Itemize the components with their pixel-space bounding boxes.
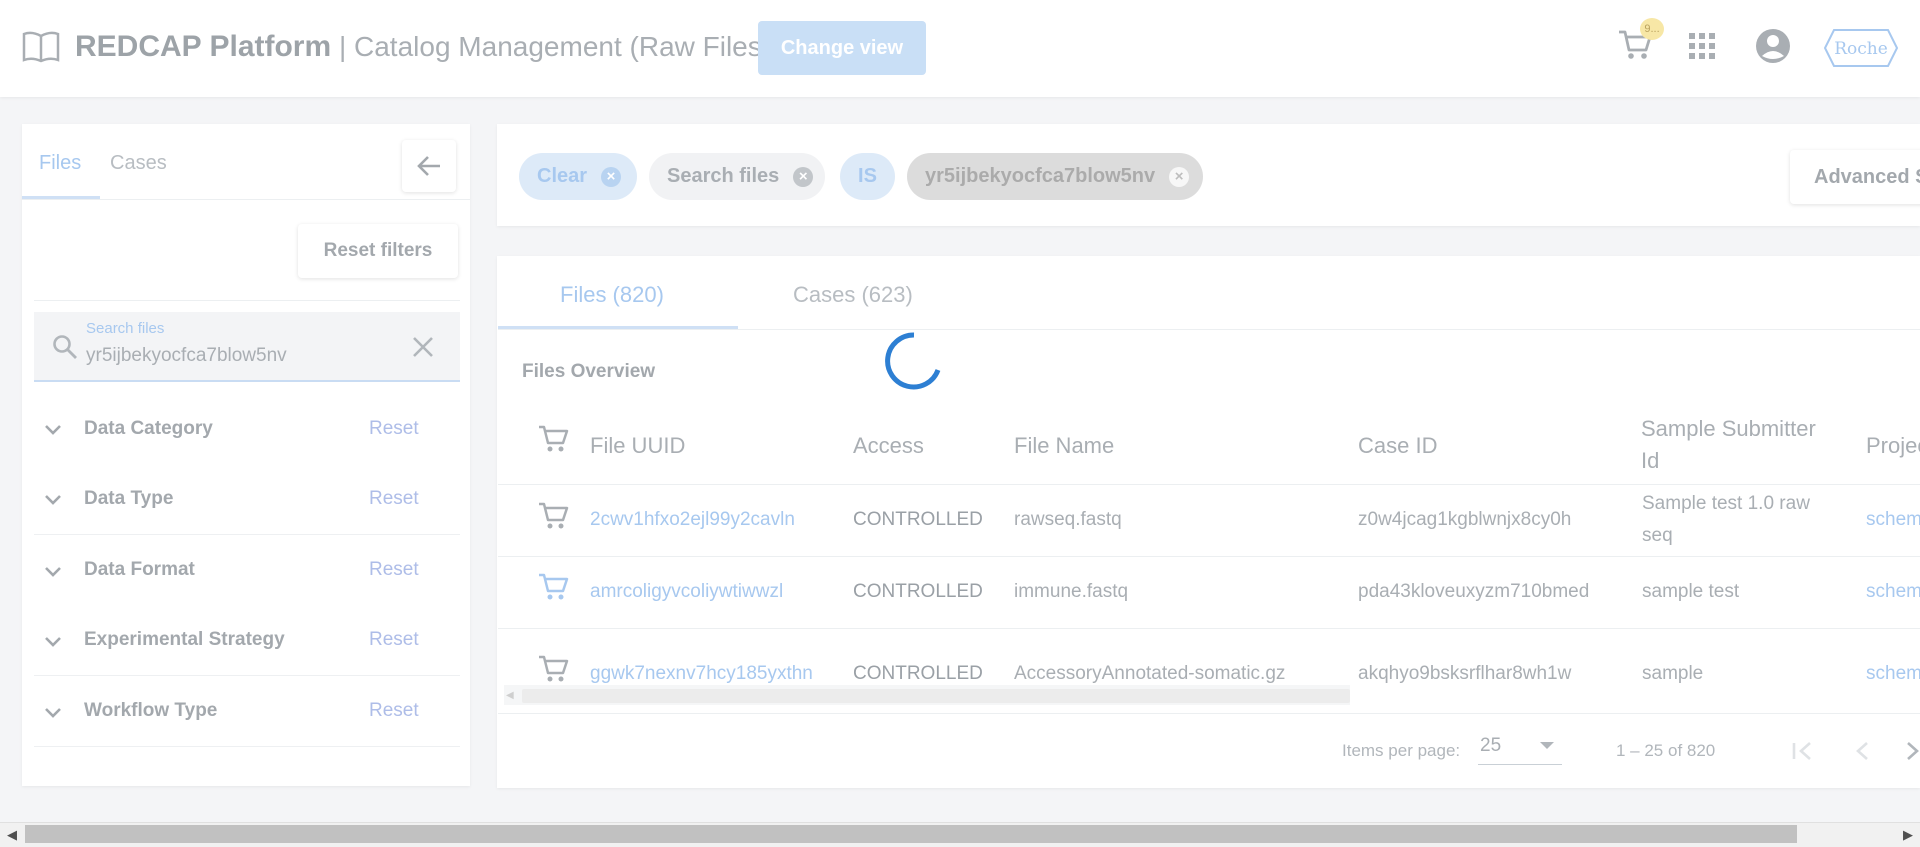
sample-submitter-cell: Sample test 1.0 raw xyxy=(1642,493,1810,514)
items-per-page-value: 25 xyxy=(1480,735,1502,756)
case-id-cell: z0w4jcag1kgblwnjx8cy0h xyxy=(1358,509,1572,530)
title-separator: | xyxy=(331,31,355,62)
next-page-icon[interactable] xyxy=(1902,734,1920,768)
tab-files-results[interactable]: Files (820) xyxy=(560,282,664,308)
facet-reset-link[interactable]: Reset xyxy=(369,488,419,510)
change-view-button[interactable]: Change view xyxy=(758,21,926,75)
facet-title: Data Category xyxy=(84,418,213,439)
sample-submitter-cell: seq xyxy=(1642,525,1673,546)
roche-logo: Roche xyxy=(1824,29,1898,67)
case-id-cell: akqhyo9bsksrflhar8wh1w xyxy=(1358,663,1572,684)
apps-grid-icon[interactable] xyxy=(1688,32,1716,60)
file-uuid-link[interactable]: amrcoligyvcoliywtiwwzl xyxy=(590,581,783,603)
add-to-cart-icon[interactable] xyxy=(537,501,569,531)
items-per-page-label: Items per page: xyxy=(1342,741,1461,760)
access-cell: CONTROLLED xyxy=(853,509,983,530)
cart-header-icon xyxy=(539,425,569,452)
operator-chip[interactable]: IS xyxy=(840,153,895,200)
chevron-down-icon xyxy=(45,425,61,435)
facet-title: Experimental Strategy xyxy=(84,629,285,650)
arrow-left-icon xyxy=(417,156,440,176)
clear-search-icon[interactable] xyxy=(410,334,436,360)
project-link[interactable]: schema xyxy=(1866,581,1920,603)
collapse-panel-button[interactable] xyxy=(402,140,456,192)
file-name-cell: rawseq.fastq xyxy=(1014,509,1122,530)
field-chip[interactable]: Search files × xyxy=(649,153,825,200)
facet-title: Workflow Type xyxy=(84,700,218,721)
value-chip[interactable]: yr5ijbekyocfca7blow5nv × xyxy=(907,153,1203,200)
page-title: REDCAP Platform | Catalog Management (Ra… xyxy=(75,30,771,64)
column-header-project[interactable]: Project xyxy=(1866,433,1920,459)
add-to-cart-icon[interactable] xyxy=(537,654,569,684)
first-page-icon[interactable] xyxy=(1786,734,1820,768)
value-chip-label: yr5ijbekyocfca7blow5nv xyxy=(925,165,1156,187)
divider xyxy=(498,556,1920,557)
remove-chip-icon[interactable]: × xyxy=(1169,166,1190,187)
search-files-label: Search files xyxy=(86,320,165,337)
file-name-cell: AccessoryAnnotated-somatic.gz xyxy=(1014,663,1286,684)
search-files-input[interactable]: yr5ijbekyocfca7blow5nv xyxy=(86,345,287,367)
file-uuid-link[interactable]: 2cwv1hfxo2ejl99y2cavln xyxy=(590,509,795,531)
file-uuid-link[interactable]: ggwk7nexnv7hcy185yxthn xyxy=(590,663,813,685)
chevron-down-icon xyxy=(45,637,61,647)
column-header-file-uuid[interactable]: File UUID xyxy=(590,433,685,459)
clear-chip[interactable]: Clear × xyxy=(519,153,637,200)
column-header-case-id[interactable]: Case ID xyxy=(1358,433,1437,459)
remove-chip-icon[interactable]: × xyxy=(793,166,814,187)
svg-text:Roche: Roche xyxy=(1834,39,1888,59)
field-chip-label: Search files xyxy=(667,165,780,187)
cart-count-badge: 9... xyxy=(1640,18,1664,40)
facet-reset-link[interactable]: Reset xyxy=(369,700,419,722)
clear-chip-label: Clear xyxy=(537,165,588,187)
facet-reset-link[interactable]: Reset xyxy=(369,629,419,651)
column-header-sample-submitter-id[interactable]: Sample Submitter Id xyxy=(1641,413,1821,477)
facet-reset-link[interactable]: Reset xyxy=(369,559,419,581)
divider xyxy=(498,713,1920,714)
access-cell: CONTROLLED xyxy=(853,663,983,684)
column-header-file-name[interactable]: File Name xyxy=(1014,433,1114,459)
page-scrollbar-thumb[interactable] xyxy=(25,825,1797,843)
chevron-down-icon xyxy=(45,567,61,577)
advanced-search-button[interactable]: Advanced Search xyxy=(1790,150,1920,204)
facet-reset-link[interactable]: Reset xyxy=(369,418,419,440)
page-subtitle: Catalog Management (Raw Files) xyxy=(354,31,772,62)
account-icon[interactable] xyxy=(1755,28,1791,64)
file-name-cell: immune.fastq xyxy=(1014,581,1129,602)
table-row: ggwk7nexnv7hcy185yxthn CONTROLLED Access… xyxy=(498,629,1920,685)
book-logo-icon xyxy=(22,31,60,63)
tabs-divider xyxy=(22,199,470,200)
column-header-access[interactable]: Access xyxy=(853,433,924,459)
chevron-down-icon xyxy=(45,708,61,718)
access-cell: CONTROLLED xyxy=(853,581,983,602)
tab-files[interactable]: Files xyxy=(39,152,81,175)
add-to-cart-icon[interactable] xyxy=(537,572,569,602)
case-id-cell: pda43kloveuxyzm710bmed xyxy=(1358,581,1590,602)
scroll-left-arrow-icon[interactable]: ◀ xyxy=(506,690,514,701)
sample-submitter-cell: sample test xyxy=(1642,581,1740,602)
search-icon xyxy=(53,335,77,359)
remove-chip-icon[interactable]: × xyxy=(601,166,622,187)
brand-name: REDCAP Platform xyxy=(75,30,332,63)
files-overview-title: Files Overview xyxy=(522,361,656,382)
project-link[interactable]: schema xyxy=(1866,663,1920,685)
scroll-left-arrow-icon[interactable]: ◀ xyxy=(7,827,17,843)
divider xyxy=(498,484,1920,485)
dropdown-caret-icon xyxy=(1540,742,1554,749)
previous-page-icon[interactable] xyxy=(1846,734,1880,768)
divider xyxy=(34,300,460,301)
reset-filters-button[interactable]: Reset filters xyxy=(298,224,458,278)
facet-title: Data Type xyxy=(84,488,174,509)
tabs-divider xyxy=(498,329,1920,330)
table-scrollbar-thumb[interactable] xyxy=(522,689,1350,703)
chevron-down-icon xyxy=(45,495,61,505)
loading-spinner-icon xyxy=(885,332,941,390)
tab-cases-results[interactable]: Cases (623) xyxy=(793,282,913,308)
tab-cases[interactable]: Cases xyxy=(110,152,167,175)
scroll-right-arrow-icon[interactable]: ▶ xyxy=(1903,827,1913,843)
project-link[interactable]: schema xyxy=(1866,509,1920,531)
facet-title: Data Format xyxy=(84,559,195,580)
sample-submitter-cell: sample xyxy=(1642,663,1704,684)
page-range-label: 1 – 25 of 820 xyxy=(1616,741,1716,760)
